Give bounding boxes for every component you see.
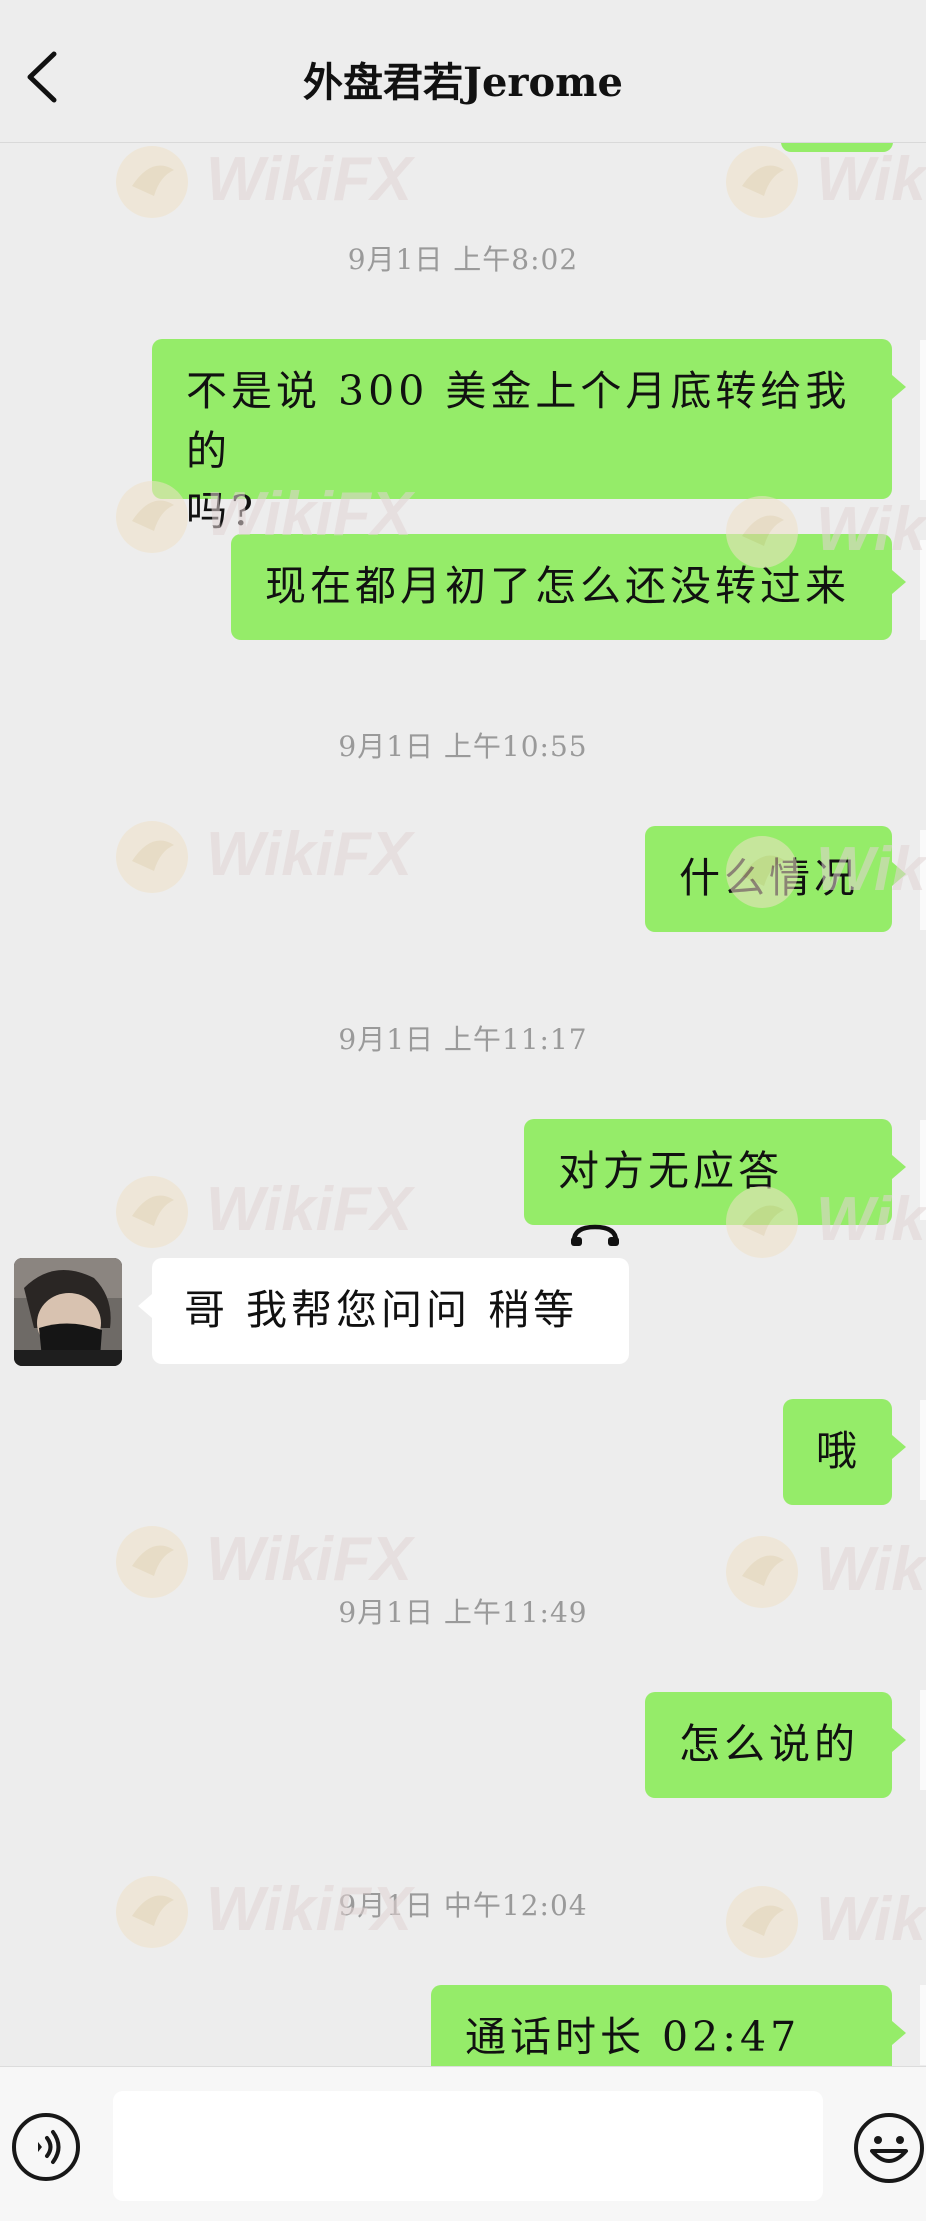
emoji-button[interactable] [852, 2111, 926, 2185]
outgoing-message[interactable]: 什么情况 [645, 826, 906, 932]
message-timestamp: 9月1日 上午8:02 [347, 243, 579, 276]
edge-strip [920, 1690, 926, 1790]
watermark-logo: WikiFX [116, 1175, 416, 1248]
chat-header: 外盘君若Jerome [0, 0, 926, 143]
edge-strip [920, 1400, 926, 1500]
message-timestamp: 9月1日 中午12:04 [338, 1889, 588, 1922]
message-input[interactable] [113, 2091, 823, 2201]
message-timestamp: 9月1日 上午11:49 [338, 1596, 588, 1629]
edge-strip [920, 830, 926, 930]
watermark-text: WikiFX [816, 145, 926, 214]
contact-avatar[interactable] [14, 1258, 122, 1366]
outgoing-message[interactable]: 哦 [783, 1399, 906, 1505]
message-text: 怎么说的 [679, 1720, 859, 1768]
phone-hangup-icon [571, 1224, 619, 1246]
watermark-text: WikiFX [206, 145, 416, 214]
message-text: 现在都月初了怎么还没转过来 [265, 562, 850, 610]
avatar-image [14, 1258, 122, 1366]
emoji-icon [854, 2113, 924, 2183]
input-bar [0, 2066, 926, 2221]
watermark-text: WikiFX [206, 820, 416, 889]
outgoing-message[interactable]: 怎么说的 [645, 1692, 906, 1798]
watermark-text: WikiFX [206, 1525, 416, 1594]
message-timestamp: 9月1日 上午10:55 [338, 730, 588, 763]
voice-icon [38, 2130, 61, 2164]
incoming-message[interactable]: 哥 我帮您问问 稍等 [138, 1258, 629, 1364]
voice-button[interactable] [12, 2113, 80, 2181]
outgoing-message[interactable]: 不是说 300 美金上个月底转给我的 吗? [152, 339, 906, 535]
watermark-text: WikiFX [206, 1175, 416, 1244]
outgoing-message[interactable]: 现在都月初了怎么还没转过来 [231, 534, 906, 640]
message-text: 对方无应答 [558, 1147, 783, 1195]
message-text: 什么情况 [679, 854, 859, 902]
edge-strip [920, 1120, 926, 1220]
message-text: 哦 [816, 1427, 861, 1475]
edge-strip [920, 1985, 926, 2065]
edge-strip [920, 540, 926, 640]
watermark-logo: WikiFX [116, 820, 416, 893]
message-text: 通话时长 02:47 [465, 2013, 801, 2061]
message-text: 吗? [186, 487, 257, 535]
message-text: 不是说 300 美金上个月底转给我的 [186, 367, 851, 475]
message-text: 哥 我帮您问问 稍等 [184, 1286, 579, 1334]
message-timestamp: 9月1日 上午11:17 [338, 1023, 588, 1056]
outgoing-call-message[interactable]: 对方无应答 [524, 1119, 906, 1246]
chat-title: 外盘君若Jerome [303, 59, 623, 106]
edge-strip [920, 340, 926, 500]
